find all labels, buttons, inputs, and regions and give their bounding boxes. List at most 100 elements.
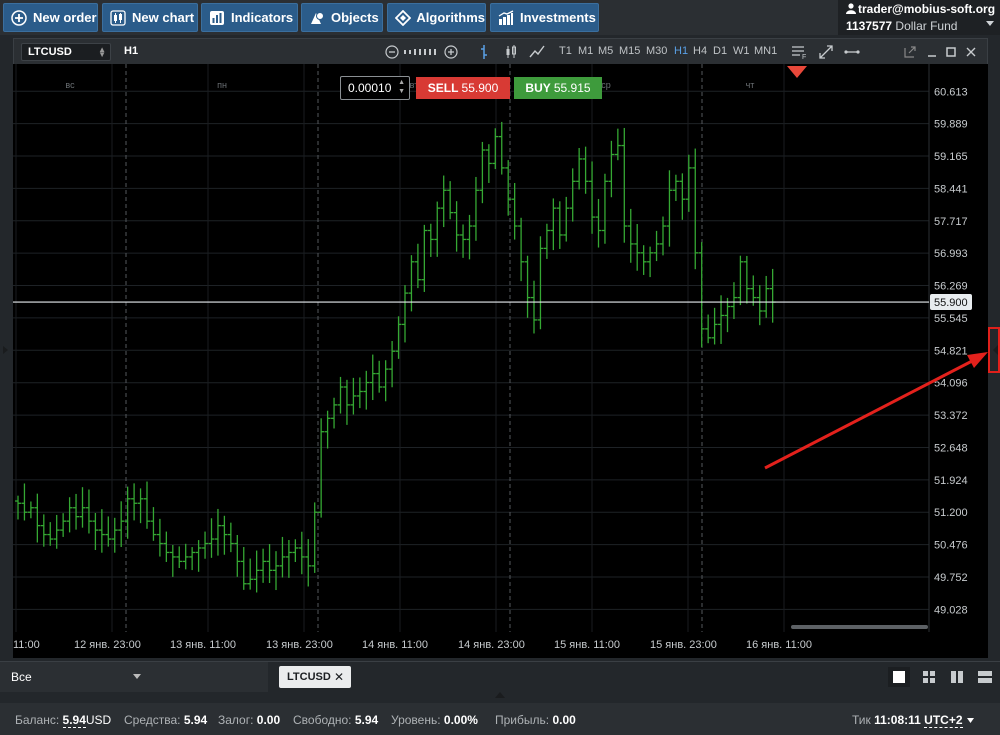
profit-item: Прибыль: 0.00 xyxy=(495,713,576,727)
objects-button[interactable]: Objects xyxy=(301,3,383,32)
layout-single-button[interactable] xyxy=(888,667,910,687)
margin-value: 0.00 xyxy=(256,713,281,727)
layout-columns-button[interactable] xyxy=(946,667,968,687)
algorithms-button[interactable]: Algorithms xyxy=(387,3,486,32)
current-timeframe: H1 xyxy=(124,45,139,57)
price-tick-label: 56.269 xyxy=(934,281,968,293)
time-tick-label: 13 янв. 11:00 xyxy=(170,639,236,651)
sell-label: SELL xyxy=(427,81,459,95)
price-tick-label: 60.613 xyxy=(934,86,968,98)
symbol-select[interactable]: LTCUSD ▲ ▼ xyxy=(21,43,111,61)
time-tick-label: 15 янв. 23:00 xyxy=(650,639,717,651)
indicators-button[interactable]: Indicators xyxy=(201,3,298,32)
user-icon xyxy=(846,3,856,14)
tab-close-icon[interactable]: ✕ xyxy=(334,666,344,688)
level-value: 0.00% xyxy=(443,713,478,727)
tf-m5[interactable]: M5 xyxy=(598,45,613,57)
tab-ltcusd[interactable]: LTCUSD ✕ xyxy=(279,666,351,688)
margin-level-item: Уровень: 0.00% xyxy=(391,713,478,727)
growth-chart-icon xyxy=(497,9,515,27)
crosshair-icon[interactable] xyxy=(842,42,862,62)
zoom-out-icon[interactable] xyxy=(382,42,402,62)
account-user: trader@mobius-soft.org xyxy=(858,2,996,16)
tf-w1[interactable]: W1 xyxy=(733,45,750,57)
line-type-icon[interactable] xyxy=(527,42,547,62)
equity-value: 5.94 xyxy=(183,713,208,727)
layout-grid-button[interactable] xyxy=(918,667,940,687)
timezone-dropdown-icon xyxy=(966,718,974,723)
price-tick-label: 55.545 xyxy=(934,313,968,325)
new-order-button[interactable]: New order xyxy=(3,3,98,32)
tf-h4[interactable]: H4 xyxy=(693,45,707,57)
tf-m30[interactable]: M30 xyxy=(646,45,667,57)
day-label: вс xyxy=(65,80,75,90)
price-tick-label: 56.993 xyxy=(934,248,968,260)
account-dropdown-icon xyxy=(986,21,994,26)
expand-icon[interactable] xyxy=(816,42,836,62)
price-tick-label: 59.889 xyxy=(934,119,968,131)
level-label: Уровень: xyxy=(391,713,441,727)
equity-label: Средства: xyxy=(124,713,181,727)
account-status-bar: Баланс: 5.94USD Средства: 5.94 Залог: 0.… xyxy=(0,703,1000,735)
stepper-icon[interactable]: ▲ ▼ xyxy=(398,78,405,96)
balance-currency: USD xyxy=(85,713,112,727)
balance-item: Баланс: 5.94USD xyxy=(15,713,112,728)
layout-columns-icon xyxy=(951,671,963,683)
volume-input[interactable]: 0.00010 ▲ ▼ xyxy=(340,76,410,100)
horizontal-scrollbar[interactable] xyxy=(791,625,928,629)
left-panel-handle-icon[interactable] xyxy=(3,346,9,354)
free-value: 5.94 xyxy=(354,713,379,727)
account-menu[interactable]: trader@mobius-soft.org 1137577 Dollar Fu… xyxy=(838,0,1000,35)
tf-m1[interactable]: M1 xyxy=(578,45,593,57)
svg-text:F: F xyxy=(802,54,806,61)
symbol-value: LTCUSD xyxy=(28,46,72,58)
sell-button[interactable]: SELL 55.900 xyxy=(416,77,510,99)
investments-button[interactable]: Investments xyxy=(490,3,599,32)
profit-label: Прибыль: xyxy=(495,713,550,727)
diamond-icon xyxy=(394,9,411,27)
close-icon[interactable] xyxy=(961,42,981,62)
tf-mn1[interactable]: MN1 xyxy=(754,45,777,57)
tick-item: Тик 11:08:11 UTC+2 xyxy=(852,713,974,728)
minimize-icon[interactable] xyxy=(922,42,942,62)
chart-settings-icon[interactable]: F xyxy=(789,42,809,62)
time-tick-label: 12 янв. 23:00 xyxy=(74,639,141,651)
tf-h1[interactable]: H1 xyxy=(674,45,688,57)
price-tick-label: 51.924 xyxy=(934,475,968,487)
tab-filter-select[interactable]: Все xyxy=(0,662,268,692)
time-tick-label: 16 янв. 11:00 xyxy=(746,639,812,651)
zoom-in-icon[interactable] xyxy=(441,42,461,62)
annotation-arrow-icon xyxy=(764,352,988,470)
price-tick-label: 50.476 xyxy=(934,540,968,552)
layout-rows-button[interactable] xyxy=(974,667,996,687)
time-tick-label: 14 янв. 23:00 xyxy=(458,639,525,651)
panel-toggle-up-icon[interactable] xyxy=(495,692,505,698)
shapes-icon xyxy=(308,9,326,27)
bar-type-icon[interactable] xyxy=(474,42,494,62)
popout-icon[interactable] xyxy=(900,42,920,62)
chevron-down-icon xyxy=(133,674,141,679)
buy-button[interactable]: BUY 55.915 xyxy=(514,77,602,99)
price-tick-label: 59.165 xyxy=(934,151,968,163)
balance-value[interactable]: 5.94 xyxy=(62,713,86,728)
tab-label: LTCUSD xyxy=(287,671,331,683)
zoom-slider[interactable] xyxy=(404,48,440,56)
price-tick-label: 49.752 xyxy=(934,572,968,584)
tf-m15[interactable]: M15 xyxy=(619,45,640,57)
price-tick-label: 49.028 xyxy=(934,604,968,616)
account-name: Dollar Fund xyxy=(895,19,958,33)
tf-d1[interactable]: D1 xyxy=(713,45,727,57)
timezone-select[interactable]: UTC+2 xyxy=(924,713,963,728)
tab-filter-value: Все xyxy=(11,670,32,684)
tf-t1[interactable]: T1 xyxy=(559,45,572,57)
main-toolbar: New order New chart Indicators Objects A… xyxy=(0,0,1000,35)
day-label: чт xyxy=(746,80,755,90)
candle-type-icon[interactable] xyxy=(501,42,521,62)
tick-time: 11:08:11 xyxy=(874,713,921,727)
price-tick-label: 51.200 xyxy=(934,507,968,519)
free-margin-item: Свободно: 5.94 xyxy=(293,713,378,727)
maximize-icon[interactable] xyxy=(941,42,961,62)
spinner-icon: ▲ ▼ xyxy=(98,45,106,59)
layout-single-icon xyxy=(893,671,905,683)
new-chart-button[interactable]: New chart xyxy=(102,3,198,32)
